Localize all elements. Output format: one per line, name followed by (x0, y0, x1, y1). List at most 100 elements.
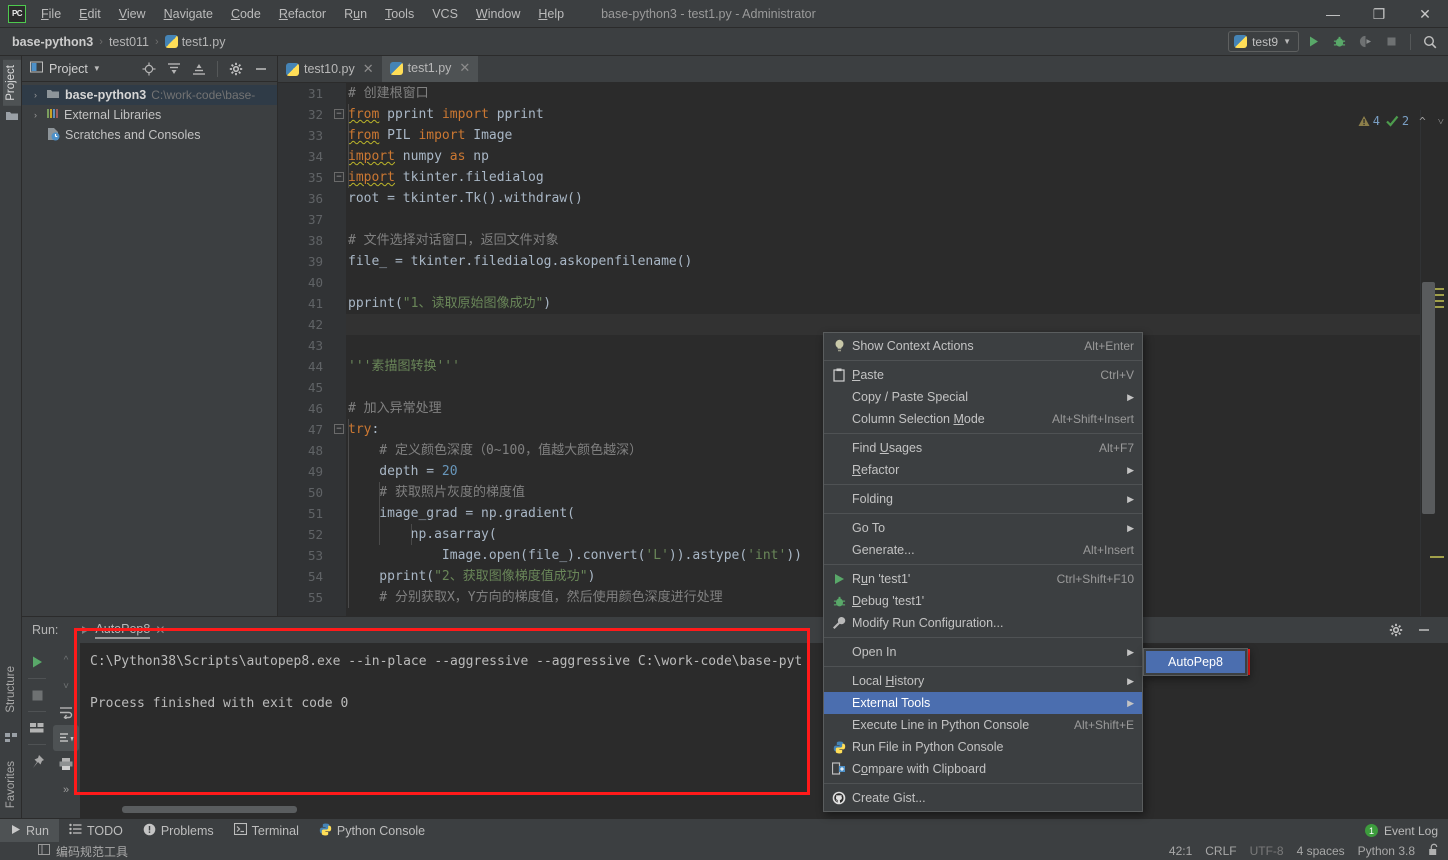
menu-item-run-file-in-python-console[interactable]: Run File in Python Console (824, 736, 1142, 758)
code-line[interactable]: from PIL import Image (346, 125, 1448, 146)
menu-code[interactable]: Code (222, 3, 270, 25)
stop-button[interactable] (1379, 30, 1403, 54)
menu-item-folding[interactable]: Folding ▶ (824, 488, 1142, 510)
menu-navigate[interactable]: Navigate (155, 3, 222, 25)
file-encoding[interactable]: UTF-8 (1250, 844, 1284, 858)
code-line[interactable]: from pprint import pprint (346, 104, 1448, 125)
scroll-to-end-icon[interactable] (53, 725, 79, 751)
code-line[interactable]: # 文件选择对话窗口，返回文件对象 (346, 230, 1448, 251)
menu-item-debug-test1[interactable]: Debug 'test1' (824, 590, 1142, 612)
menu-item-paste[interactable]: Paste Ctrl+V (824, 364, 1142, 386)
run-tab-autopep8[interactable]: AutoPep8 ✕ (76, 620, 169, 641)
close-icon[interactable]: ✕ (363, 61, 374, 77)
code-line[interactable]: root = tkinter.Tk().withdraw() (346, 188, 1448, 209)
run-configuration-selector[interactable]: test9 ▼ (1228, 31, 1299, 52)
menu-item-modify-run-configuration[interactable]: Modify Run Configuration... (824, 612, 1142, 634)
collapse-all-icon[interactable] (187, 57, 211, 81)
pin-tab-button[interactable] (24, 748, 50, 774)
menu-tools[interactable]: Tools (376, 3, 423, 25)
menu-item-external-tools[interactable]: External Tools ▶ (824, 692, 1142, 714)
editor-tab[interactable]: test1.py ✕ (381, 56, 479, 82)
bottom-tab-terminal[interactable]: Terminal (224, 819, 309, 843)
rerun-button[interactable] (24, 649, 50, 675)
fold-toggle-icon[interactable]: − (334, 424, 344, 434)
expand-arrow-icon[interactable]: › (30, 110, 41, 120)
fold-toggle-icon[interactable]: − (334, 172, 344, 182)
fold-toggle-icon[interactable]: − (334, 109, 344, 119)
next-highlight-icon[interactable]: ˅ (1438, 115, 1444, 128)
editor-tab[interactable]: test10.py ✕ (278, 56, 382, 82)
hide-run-panel-icon[interactable] (1412, 618, 1436, 642)
code-line[interactable]: import numpy as np (346, 146, 1448, 167)
close-icon[interactable]: ✕ (155, 623, 165, 637)
run-with-coverage-button[interactable] (1353, 30, 1377, 54)
menu-run[interactable]: Run (335, 3, 376, 25)
tree-item[interactable]: › External Libraries (22, 105, 277, 125)
layout-settings-button[interactable] (24, 715, 50, 741)
sidebar-item-project[interactable]: Project (3, 60, 21, 106)
sidebar-item-structure[interactable]: Structure (3, 661, 21, 718)
menu-edit[interactable]: Edit (70, 3, 110, 25)
breadcrumb-item[interactable]: test1.py (182, 35, 226, 49)
external-tools-submenu[interactable]: AutoPep8 (1143, 648, 1248, 676)
status-window-icon[interactable] (38, 844, 50, 858)
locate-target-icon[interactable] (137, 57, 161, 81)
menu-item-execute-line-in-python-console[interactable]: Execute Line in Python Console Alt+Shift… (824, 714, 1142, 736)
close-button[interactable]: ✕ (1402, 0, 1448, 28)
hide-panel-icon[interactable] (249, 57, 273, 81)
menu-item-open-in[interactable]: Open In ▶ (824, 641, 1142, 663)
run-settings-gear-icon[interactable] (1384, 618, 1408, 642)
menu-item-run-test1[interactable]: Run 'test1' Ctrl+Shift+F10 (824, 568, 1142, 590)
menu-vcs[interactable]: VCS (423, 3, 467, 25)
close-icon[interactable]: ✕ (459, 60, 470, 76)
code-line[interactable]: import tkinter.filedialog (346, 167, 1448, 188)
menu-refactor[interactable]: Refactor (270, 3, 335, 25)
code-line[interactable] (346, 272, 1448, 293)
more-actions-icon[interactable]: » (53, 777, 79, 803)
print-icon[interactable] (53, 751, 79, 777)
breadcrumb-item[interactable]: base-python3 (12, 35, 93, 49)
stop-process-button[interactable] (24, 682, 50, 708)
scroll-up-icon[interactable]: ^ (53, 647, 79, 673)
console-horizontal-scrollbar[interactable] (122, 806, 297, 813)
code-line[interactable] (346, 209, 1448, 230)
menu-item-refactor[interactable]: Refactor ▶ (824, 459, 1142, 481)
maximize-button[interactable]: ❐ (1356, 0, 1402, 28)
menu-window[interactable]: Window (467, 3, 529, 25)
line-separator[interactable]: CRLF (1205, 844, 1236, 858)
debug-button[interactable] (1327, 30, 1351, 54)
tree-item[interactable]: Scratches and Consoles (22, 125, 277, 145)
menu-item-create-gist[interactable]: Create Gist... (824, 787, 1142, 809)
menu-item-column-selection-mode[interactable]: Column Selection Mode Alt+Shift+Insert (824, 408, 1142, 430)
editor-context-menu[interactable]: Show Context Actions Alt+Enter Paste Ctr… (823, 332, 1143, 812)
menu-view[interactable]: View (110, 3, 155, 25)
menu-item-local-history[interactable]: Local History ▶ (824, 670, 1142, 692)
menu-help[interactable]: Help (529, 3, 573, 25)
expand-all-icon[interactable] (162, 57, 186, 81)
menu-item-show-context-actions[interactable]: Show Context Actions Alt+Enter (824, 335, 1142, 357)
python-interpreter[interactable]: Python 3.8 (1358, 844, 1415, 858)
gear-icon[interactable] (224, 57, 248, 81)
bottom-tab-problems[interactable]: Problems (133, 819, 224, 843)
unlocked-icon[interactable] (1428, 843, 1440, 859)
bottom-tab-todo[interactable]: TODO (59, 819, 133, 843)
bottom-tab-python-console[interactable]: Python Console (309, 819, 435, 843)
sidebar-item-favorites[interactable]: Favorites (3, 756, 21, 813)
code-line[interactable]: pprint("1、读取原始图像成功") (346, 293, 1448, 314)
menu-item-generate[interactable]: Generate... Alt+Insert (824, 539, 1142, 561)
inspection-widget[interactable]: 4 2 ^ ˅ (1358, 114, 1444, 128)
submenu-item-autopep8[interactable]: AutoPep8 (1146, 651, 1245, 673)
caret-position[interactable]: 42:1 (1169, 844, 1192, 858)
code-line[interactable]: # 创建根窗口 (346, 83, 1448, 104)
scroll-down-icon[interactable]: ˅ (53, 673, 79, 699)
menu-file[interactable]: File (32, 3, 70, 25)
code-line[interactable]: file_ = tkinter.filedialog.askopenfilena… (346, 251, 1448, 272)
menu-item-compare-with-clipboard[interactable]: Compare with Clipboard (824, 758, 1142, 780)
previous-highlight-icon[interactable]: ^ (1419, 115, 1426, 128)
chevron-down-icon[interactable]: ▼ (93, 64, 101, 73)
code-folding-column[interactable]: − − − (332, 83, 346, 616)
breadcrumb-item[interactable]: test011 (109, 35, 149, 49)
soft-wrap-icon[interactable] (53, 699, 79, 725)
minimize-button[interactable]: — (1310, 0, 1356, 28)
indent-setting[interactable]: 4 spaces (1297, 844, 1345, 858)
